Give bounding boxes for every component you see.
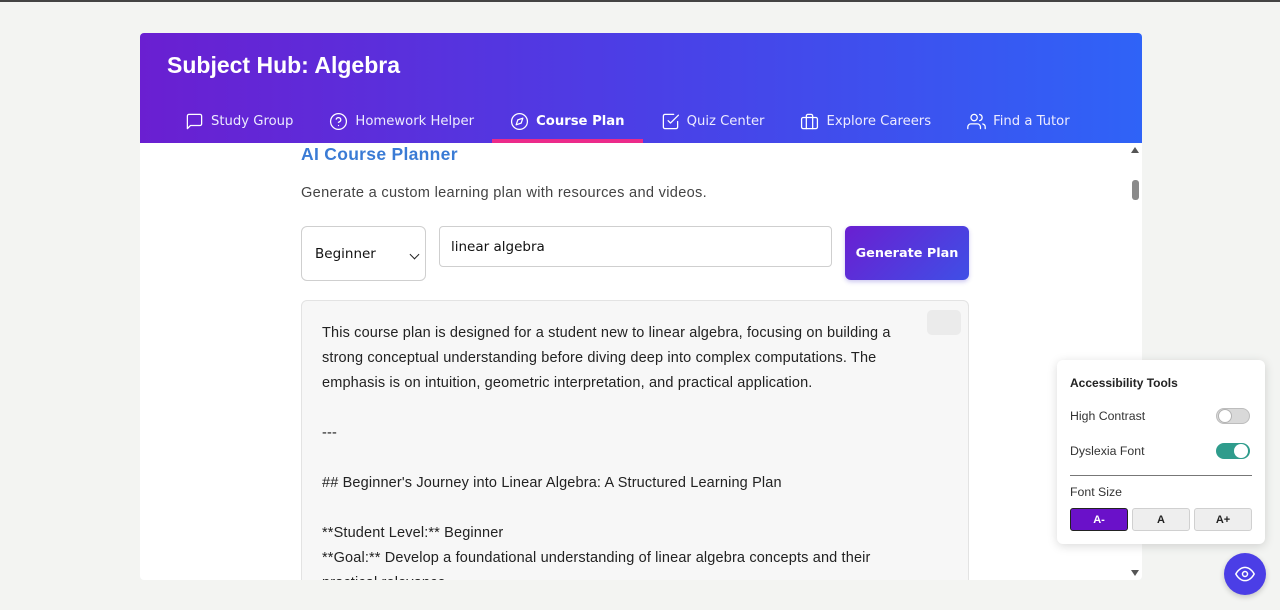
subject-hub-card: Subject Hub: Algebra Study Group Homewor… xyxy=(140,33,1142,580)
tab-label: Explore Careers xyxy=(826,113,932,129)
planner-title: AI Course Planner xyxy=(301,144,458,164)
output-line: This course plan is designed for a stude… xyxy=(322,325,891,341)
eye-icon xyxy=(1235,566,1255,582)
message-square-icon xyxy=(186,113,203,129)
toggle-knob xyxy=(1234,444,1248,458)
output-line: **Student Level:** Beginner xyxy=(322,525,504,541)
planner-subtitle: Generate a custom learning plan with res… xyxy=(301,185,707,201)
page-title: Subject Hub: Algebra xyxy=(167,52,400,78)
tab-bar: Study Group Homework Helper Course Plan … xyxy=(167,99,1088,143)
help-circle-icon xyxy=(330,112,348,130)
toggle-knob xyxy=(1218,409,1232,423)
users-icon xyxy=(967,113,986,129)
accessibility-panel: Accessibility Tools High Contrast Dyslex… xyxy=(1057,360,1265,544)
tab-label: Course Plan xyxy=(536,113,625,129)
level-select[interactable]: Beginner xyxy=(301,226,426,281)
font-size-label: Font Size xyxy=(1070,485,1122,499)
font-size-increase-button[interactable]: A+ xyxy=(1194,508,1252,531)
tab-label: Homework Helper xyxy=(355,113,475,129)
output-line: ## Beginner's Journey into Linear Algebr… xyxy=(322,475,782,491)
tab-study-group[interactable]: Study Group xyxy=(167,99,311,143)
copy-button[interactable] xyxy=(927,310,961,335)
tab-explore-careers[interactable]: Explore Careers xyxy=(782,99,949,143)
tab-course-plan[interactable]: Course Plan xyxy=(492,99,643,143)
output-blank-line xyxy=(322,396,932,421)
compass-icon xyxy=(511,112,529,130)
tab-label: Study Group xyxy=(211,113,294,129)
output-line: **Goal:** Develop a foundational underst… xyxy=(322,550,871,566)
scroll-up-arrow-icon[interactable] xyxy=(1131,147,1139,153)
divider xyxy=(1070,475,1252,476)
header: Subject Hub: Algebra Study Group Homewor… xyxy=(140,33,1142,143)
briefcase-icon xyxy=(801,113,819,129)
topic-input-value: linear algebra xyxy=(451,238,545,255)
tab-find-a-tutor[interactable]: Find a Tutor xyxy=(949,99,1088,143)
window-top-border xyxy=(0,0,1280,2)
tab-label: Quiz Center xyxy=(686,113,765,129)
output-line: --- xyxy=(322,425,337,441)
level-select-value: Beginner xyxy=(315,245,376,262)
output-line: strong conceptual understanding before d… xyxy=(322,350,877,366)
accessibility-toggle-button[interactable] xyxy=(1224,553,1266,595)
output-line: emphasis is on intuition, geometric inte… xyxy=(322,375,813,391)
output-blank-line xyxy=(322,446,932,471)
tab-homework-helper[interactable]: Homework Helper xyxy=(311,99,492,143)
plan-output-text: This course plan is designed for a stude… xyxy=(322,321,932,580)
content-scroll-area[interactable]: AI Course Planner Generate a custom lear… xyxy=(140,143,1142,580)
plan-output: This course plan is designed for a stude… xyxy=(301,300,969,580)
high-contrast-toggle[interactable] xyxy=(1216,408,1250,424)
high-contrast-label: High Contrast xyxy=(1070,409,1146,423)
check-square-icon xyxy=(662,113,679,129)
tab-quiz-center[interactable]: Quiz Center xyxy=(643,99,783,143)
topic-input[interactable]: linear algebra xyxy=(439,226,832,267)
font-size-default-button[interactable]: A xyxy=(1132,508,1190,531)
generate-plan-button[interactable]: Generate Plan xyxy=(845,226,969,280)
tab-label: Find a Tutor xyxy=(993,113,1070,129)
scroll-down-arrow-icon[interactable] xyxy=(1131,570,1139,576)
accessibility-title: Accessibility Tools xyxy=(1070,376,1178,390)
dyslexia-font-label: Dyslexia Font xyxy=(1070,444,1145,458)
font-size-decrease-button[interactable]: A- xyxy=(1070,508,1128,531)
output-blank-line xyxy=(322,496,932,521)
chevron-down-icon xyxy=(409,249,420,260)
dyslexia-font-toggle[interactable] xyxy=(1216,443,1250,459)
scrollbar-thumb[interactable] xyxy=(1132,180,1139,200)
output-line: practical relevance. xyxy=(322,571,932,580)
